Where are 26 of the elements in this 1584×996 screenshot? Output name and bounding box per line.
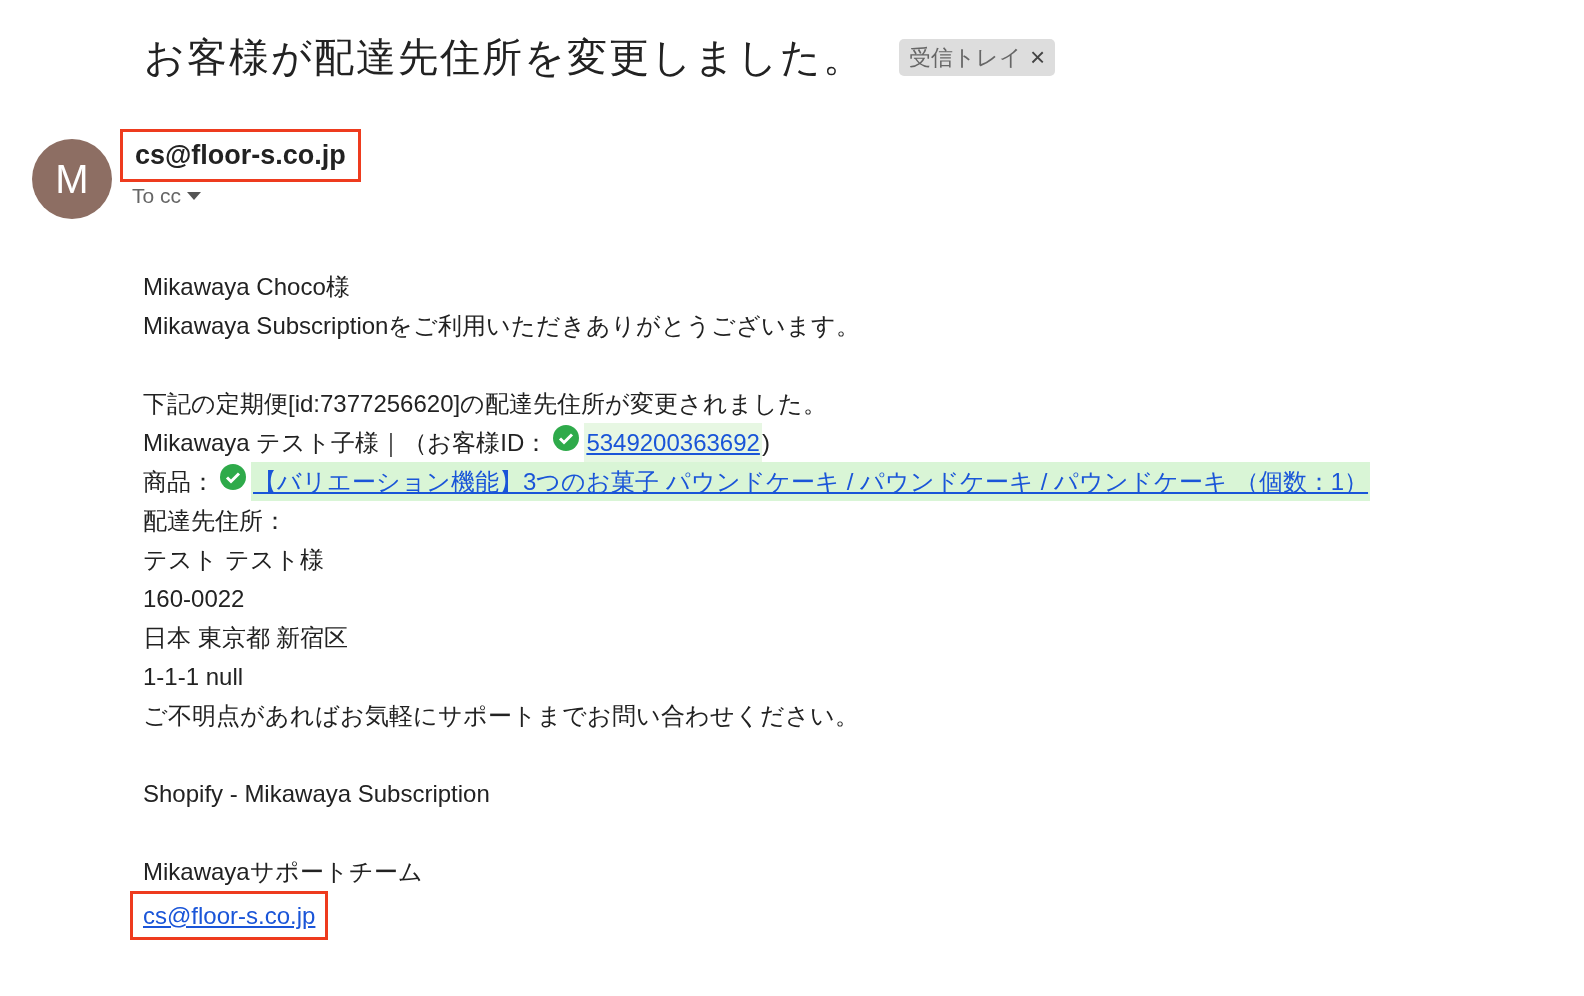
email-link[interactable]: cs@floor-s.co.jp bbox=[130, 891, 329, 940]
body-text: 下記の定期便[id:7377256620]の配達先住所が変更されました。 bbox=[143, 389, 828, 419]
check-icon bbox=[219, 462, 247, 491]
close-icon[interactable]: × bbox=[1030, 42, 1046, 73]
caret-icon bbox=[187, 192, 201, 200]
body-link[interactable]: 【バリエーション機能】3つのお菓子 パウンドケーキ / パウンドケーキ / パウンドケーキ （個数：1） bbox=[251, 462, 1371, 501]
email-subject: お客様が配達先住所を変更しました。 bbox=[144, 34, 865, 81]
body-text: Shopify - Mikawaya Subscription bbox=[143, 779, 490, 809]
body-text: テスト テスト様 bbox=[143, 545, 324, 575]
recipients-toggle[interactable]: To cc bbox=[132, 184, 201, 208]
body-text: 配達先住所： bbox=[143, 506, 287, 536]
body-text: Mikawaya Subscriptionをご利用いただきありがとうございます。 bbox=[143, 311, 861, 341]
body-text: 商品： bbox=[143, 467, 215, 497]
body-text: 160-0022 bbox=[143, 584, 245, 614]
body-text: ご不明点があればお気軽にサポートまでお問い合わせください。 bbox=[143, 701, 859, 731]
body-text: Mikawaya テスト子様｜（お客様ID： bbox=[143, 428, 549, 459]
check-icon bbox=[552, 423, 581, 452]
body-link[interactable]: 5349200363692 bbox=[584, 423, 762, 462]
body-text: ) bbox=[761, 428, 770, 458]
avatar: M bbox=[32, 139, 112, 219]
label-text: 受信トレイ bbox=[909, 43, 1022, 72]
body-text: Mikawayaサポートチーム bbox=[143, 857, 423, 887]
body-text: 1-1-1 null bbox=[143, 662, 244, 692]
sender-email: cs@floor-s.co.jp bbox=[120, 129, 361, 182]
body-text: 日本 東京都 新宿区 bbox=[143, 623, 349, 653]
body-text: Mikawaya Choco様 bbox=[143, 272, 350, 302]
